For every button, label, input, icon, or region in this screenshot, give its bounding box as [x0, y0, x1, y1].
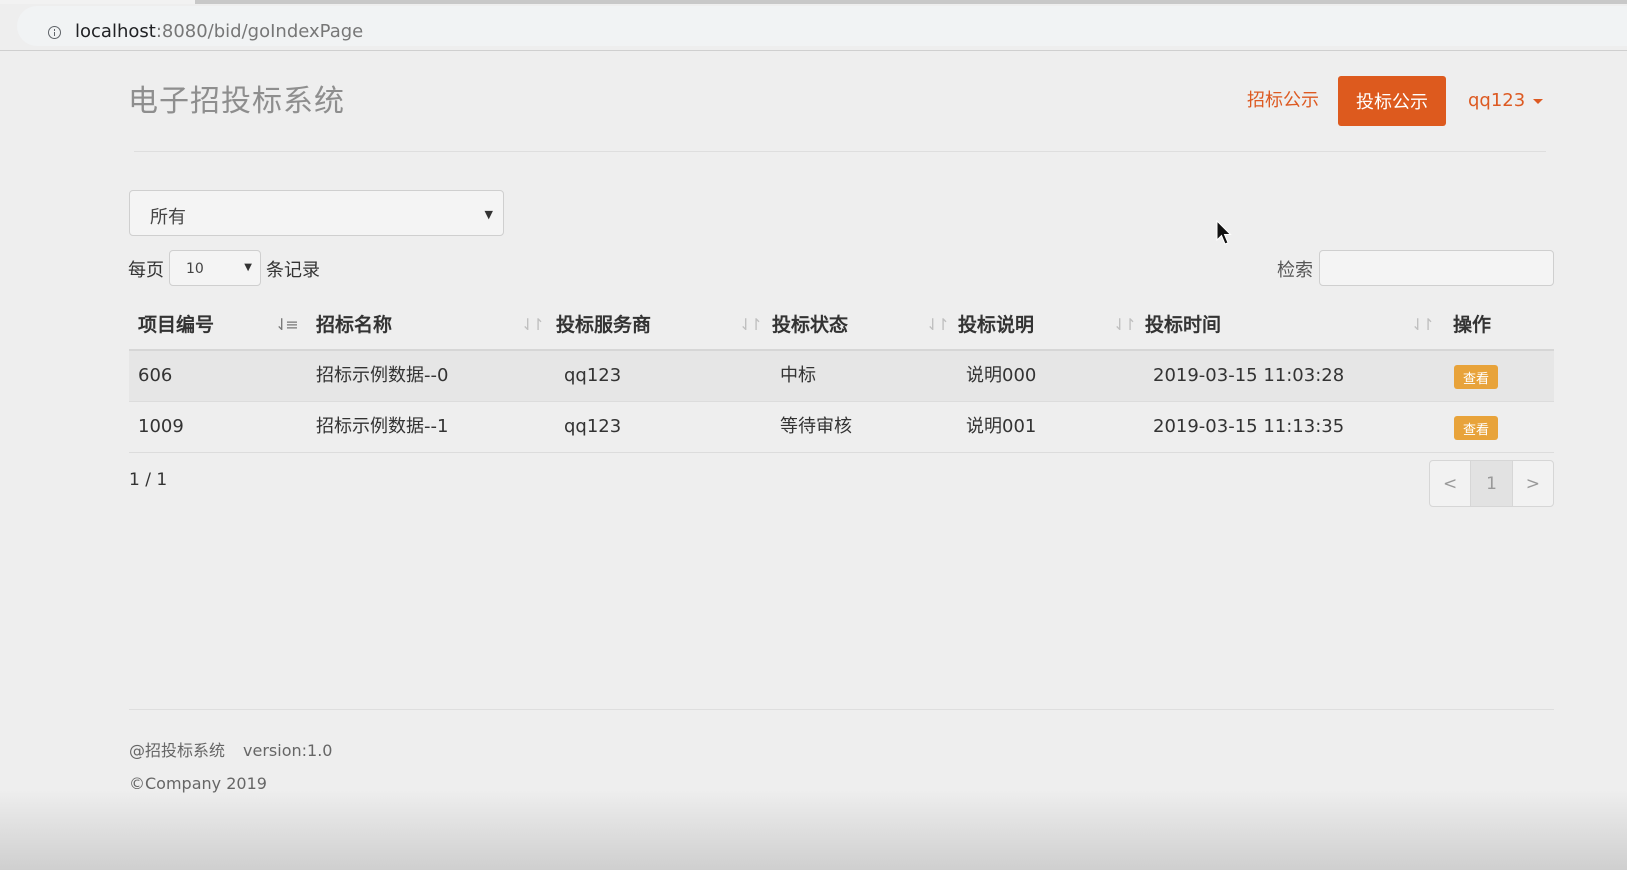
- page-number-button[interactable]: 1: [1470, 461, 1513, 506]
- prev-page-button[interactable]: <: [1430, 461, 1470, 506]
- site-brand[interactable]: 电子招投标系统: [128, 84, 345, 120]
- column-label: 投标时间: [1145, 314, 1222, 336]
- cell-status: 中标: [780, 365, 816, 386]
- column-label: 操作: [1453, 314, 1492, 336]
- footer-divider: [129, 709, 1554, 710]
- column-header-vendor[interactable]: 投标服务商: [556, 301, 651, 349]
- column-header-time[interactable]: 投标时间: [1145, 301, 1221, 349]
- view-button[interactable]: 查看: [1454, 365, 1498, 389]
- tab-divider: [195, 0, 1627, 4]
- next-page-button[interactable]: >: [1513, 461, 1553, 506]
- search-input[interactable]: [1319, 250, 1554, 286]
- page-info: 1 / 1: [129, 470, 168, 490]
- dropdown-arrow-icon: ▼: [244, 262, 252, 273]
- page-length-prefix: 每页: [128, 260, 164, 281]
- cell-project-id: 606: [138, 365, 173, 386]
- footer-line: @招投标系统 version:1.0: [129, 737, 332, 761]
- cell-vendor: qq123: [564, 416, 622, 437]
- cell-vendor: qq123: [564, 365, 622, 386]
- url-text[interactable]: localhost:8080/bid/goIndexPage: [75, 21, 363, 43]
- column-label: 投标服务商: [556, 314, 652, 336]
- browser-tab-strip: [0, 0, 1627, 4]
- search-label: 检索: [1277, 260, 1313, 281]
- cell-time: 2019-03-15 11:03:28: [1153, 365, 1345, 386]
- sort-icon[interactable]: ⇃↾: [1113, 316, 1137, 334]
- username: qq123: [1468, 90, 1526, 111]
- cell-project-id: 1009: [138, 416, 184, 437]
- column-label: 投标状态: [772, 314, 849, 336]
- sort-icon[interactable]: ⇃↾: [1411, 316, 1435, 334]
- sort-icon[interactable]: ⇃↾: [739, 316, 763, 334]
- caret-down-icon: [1533, 98, 1544, 104]
- column-header-bid-name[interactable]: 招标名称: [316, 301, 392, 349]
- page-length-select[interactable]: 10 ▼: [169, 250, 261, 286]
- address-bar[interactable]: localhost:8080/bid/goIndexPage: [17, 6, 1627, 46]
- column-label: 投标说明: [958, 314, 1035, 336]
- info-icon[interactable]: [48, 26, 61, 39]
- cell-bid-name: 招标示例数据--1: [316, 416, 449, 437]
- dropdown-arrow-icon: ▼: [484, 208, 493, 221]
- user-menu[interactable]: qq123: [1468, 89, 1544, 113]
- column-header-status[interactable]: 投标状态: [772, 301, 848, 349]
- page-length-suffix: 条记录: [266, 260, 320, 281]
- mouse-cursor-icon: [1216, 220, 1232, 245]
- cell-status: 等待审核: [780, 416, 852, 437]
- nav-tender-announcement[interactable]: 投标公示: [1338, 76, 1446, 126]
- url-host: localhost: [75, 21, 156, 42]
- table-header-row: 项目编号 ⇃≡ 招标名称 ⇃↾ 投标服务商 ⇃↾ 投标状态 ⇃↾ 投标说明 ⇃↾…: [129, 301, 1554, 351]
- cell-bid-name: 招标示例数据--0: [316, 365, 449, 386]
- column-header-action: 操作: [1453, 301, 1491, 349]
- column-header-project-id[interactable]: 项目编号: [138, 301, 214, 349]
- bid-table: 项目编号 ⇃≡ 招标名称 ⇃↾ 投标服务商 ⇃↾ 投标状态 ⇃↾ 投标说明 ⇃↾…: [129, 301, 1554, 453]
- column-label: 招标名称: [316, 314, 393, 336]
- column-header-description[interactable]: 投标说明: [958, 301, 1034, 349]
- column-label: 项目编号: [138, 314, 215, 336]
- cell-time: 2019-03-15 11:13:35: [1153, 416, 1345, 437]
- bottom-shadow: [0, 790, 1627, 870]
- pagination: < 1 >: [1429, 460, 1554, 507]
- footer-version: version:1.0: [243, 741, 333, 760]
- cell-description: 说明000: [966, 365, 1037, 386]
- cell-description: 说明001: [966, 416, 1037, 437]
- sort-icon[interactable]: ⇃↾: [926, 316, 950, 334]
- nav-bid-announcement[interactable]: 招标公示: [1247, 89, 1319, 113]
- page-length-value: 10: [186, 261, 204, 277]
- filter-selected-value: 所有: [150, 207, 186, 228]
- status-filter-select[interactable]: 所有 ▼: [129, 190, 504, 236]
- view-button[interactable]: 查看: [1454, 416, 1498, 440]
- footer-system-name: @招投标系统: [129, 741, 226, 760]
- sort-icon[interactable]: ⇃↾: [521, 316, 545, 334]
- sort-desc-icon[interactable]: ⇃≡: [275, 316, 299, 334]
- header-divider: [134, 151, 1546, 152]
- url-path: :8080/bid/goIndexPage: [155, 21, 364, 42]
- table-row: 606 招标示例数据--0 qq123 中标 说明000 2019-03-15 …: [129, 351, 1554, 402]
- chrome-separator: [0, 50, 1627, 51]
- table-row: 1009 招标示例数据--1 qq123 等待审核 说明001 2019-03-…: [129, 402, 1554, 453]
